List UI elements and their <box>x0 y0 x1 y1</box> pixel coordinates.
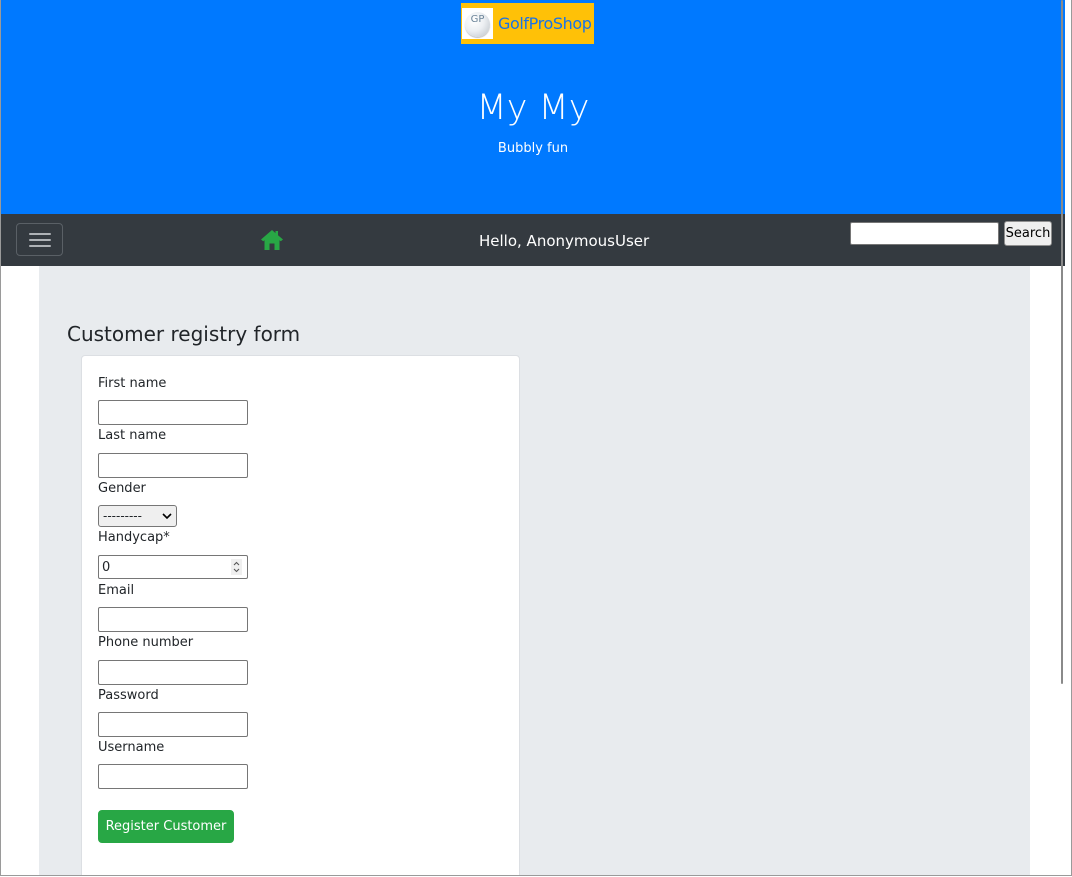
page-header: GP GolfProShop My My Bubbly fun <box>1 0 1065 214</box>
last-name-field[interactable] <box>98 453 248 478</box>
password-field[interactable] <box>98 712 248 737</box>
home-icon[interactable] <box>260 229 284 251</box>
form-title: Customer registry form <box>67 322 301 346</box>
browser-viewport: GP GolfProShop My My Bubbly fun Hello, A… <box>0 0 1072 876</box>
password-label: Password <box>98 688 159 703</box>
email-label: Email <box>98 583 135 598</box>
gender-select[interactable]: --------- <box>98 505 177 527</box>
gender-selected-value: --------- <box>103 509 142 523</box>
username-label: Username <box>98 740 165 755</box>
chevron-down-icon <box>162 513 172 520</box>
number-spinner-icon[interactable] <box>231 559 242 575</box>
site-title: My My <box>476 88 590 128</box>
phone-number-field[interactable] <box>98 660 248 685</box>
handycap-field[interactable]: 0 <box>98 555 248 579</box>
brand-link[interactable]: GP GolfProShop <box>461 3 594 44</box>
main-navbar: Hello, AnonymousUser Search <box>1 214 1065 266</box>
last-name-label: Last name <box>98 428 167 443</box>
handycap-label: Handycap* <box>98 530 170 545</box>
golf-ball-logo-icon: GP <box>462 8 493 39</box>
handycap-value: 0 <box>102 559 111 575</box>
gender-label: Gender <box>98 481 146 496</box>
first-name-label: First name <box>98 376 167 391</box>
hamburger-menu-icon <box>29 233 51 235</box>
search-button[interactable]: Search <box>1004 221 1052 246</box>
brand-logo-text: GP <box>470 14 485 25</box>
user-greeting: Hello, AnonymousUser <box>479 232 650 250</box>
email-field[interactable] <box>98 607 248 632</box>
scrollbar-thumb[interactable] <box>1061 0 1063 684</box>
first-name-field[interactable] <box>98 400 248 425</box>
search-input[interactable] <box>850 222 999 245</box>
scrollbar-track[interactable] <box>1065 0 1071 875</box>
brand-name: GolfProShop <box>498 14 592 33</box>
phone-label: Phone number <box>98 635 194 650</box>
menu-toggle-button[interactable] <box>16 223 63 256</box>
register-customer-button[interactable]: Register Customer <box>98 810 234 843</box>
site-subtitle: Bubbly fun <box>497 141 569 156</box>
username-field[interactable] <box>98 764 248 789</box>
